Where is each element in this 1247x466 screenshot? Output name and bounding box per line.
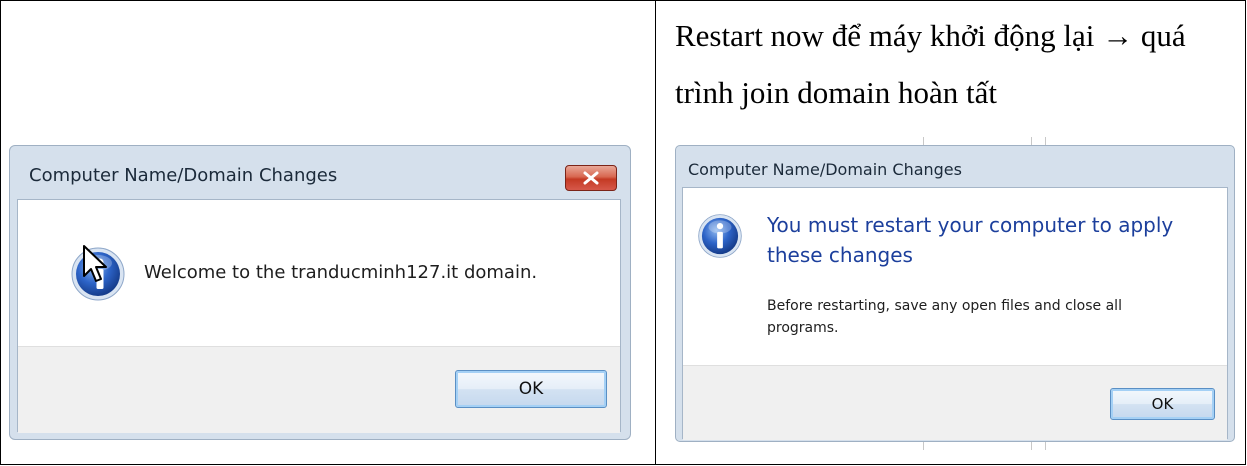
dialog-client-area: You must restart your computer to apply … — [682, 187, 1228, 440]
dialog-body: Welcome to the tranducminh127.it domain. — [18, 200, 620, 346]
ok-button[interactable]: OK — [1110, 388, 1215, 420]
info-icon — [698, 214, 742, 258]
dialog-title: Computer Name/Domain Changes — [688, 160, 962, 179]
main-instruction: You must restart your computer to apply … — [767, 213, 1174, 267]
welcome-message: Welcome to the tranducminh127.it domain. — [144, 262, 538, 283]
close-button[interactable] — [565, 165, 617, 191]
dialog-title: Computer Name/Domain Changes — [29, 165, 338, 186]
detail-text: Before restarting, save any open files a… — [767, 298, 1122, 336]
table-cell-left: Computer Name/Domain Changes Welcome to … — [0, 0, 656, 465]
ok-button[interactable]: OK — [455, 370, 607, 408]
restart-dialog: Computer Name/Domain Changes You must re… — [675, 137, 1240, 450]
close-icon — [583, 171, 599, 185]
dialog-client-area: Welcome to the tranducminh127.it domain.… — [17, 199, 621, 433]
mouse-pointer-icon — [83, 245, 107, 282]
instruction-text: Restart now để máy khởi động lại → quá t… — [675, 18, 1186, 110]
dialog-footer: OK — [683, 365, 1227, 440]
dialog-frame: Computer Name/Domain Changes You must re… — [675, 145, 1235, 442]
document-table: Computer Name/Domain Changes Welcome to … — [0, 0, 1247, 466]
dialog-footer: OK — [18, 346, 620, 433]
welcome-dialog: Computer Name/Domain Changes Welcome to … — [9, 145, 631, 440]
dialog-body: You must restart your computer to apply … — [683, 188, 1227, 365]
